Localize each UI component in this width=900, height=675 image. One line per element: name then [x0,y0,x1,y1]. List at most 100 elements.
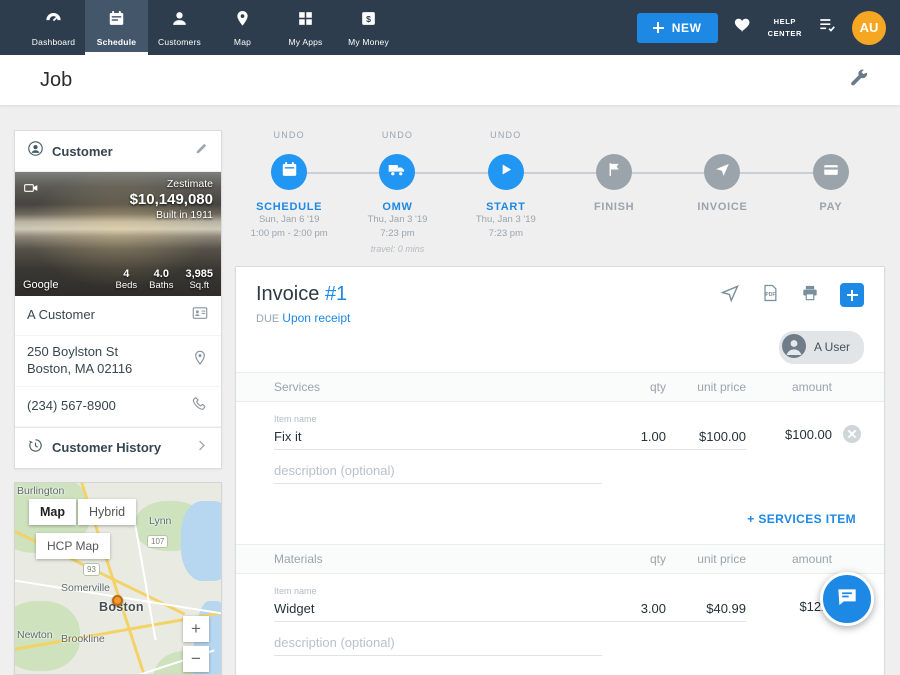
step-schedule[interactable]: UNDO SCHEDULE Sun, Jan 6 '19 1:00 pm - 2… [235,130,343,256]
step-finish[interactable]: FINISH [560,130,668,256]
material-item-name-input[interactable] [274,598,602,622]
customer-phone-row: (234) 567-8900 [15,387,221,427]
step-label: OMW [382,201,412,213]
zestimate-value: $10,149,080 [130,191,213,208]
map-town-label: Lynn [149,515,171,527]
step-start[interactable]: UNDO START Thu, Jan 3 '19 7:23 pm [452,130,560,256]
remove-item-icon[interactable] [843,425,861,443]
customer-card: Customer Zestimate $10,149,080 Built in … [14,130,222,469]
print-icon[interactable] [800,283,820,308]
customer-history-button[interactable]: Customer History [15,427,221,468]
service-price-cell [666,426,746,450]
help-center-button[interactable]: HELP CENTER [768,16,802,39]
address-line2: Boston, MA 02116 [27,361,183,378]
nav-item-schedule[interactable]: Schedule [85,0,148,55]
add-service-item-link[interactable]: + SERVICES ITEM [747,512,856,526]
qty-column-header: qty [602,552,666,566]
material-amount: $122. [746,599,832,622]
qty-column-header: qty [602,380,666,394]
stat-label: Sq.ft [185,280,213,291]
undo-omw-button[interactable]: UNDO [382,130,413,145]
credit-card-icon [822,161,840,184]
map-town-label: Somerville [61,582,110,594]
hybrid-type-button[interactable]: Hybrid [78,499,136,525]
svg-text:PDF: PDF [765,292,775,298]
invoice-step-circle[interactable] [704,154,740,190]
checklist-icon[interactable] [817,15,837,40]
nav-item-my-apps[interactable]: My Apps [274,0,337,55]
nav-right-cluster: NEW HELP CENTER AU [637,0,900,55]
undo-start-button[interactable]: UNDO [490,130,521,145]
invoice-title: Invoice #1 [256,283,347,306]
due-value-link[interactable]: Upon receipt [282,311,350,325]
address-line1: 250 Boylston St [27,344,183,361]
new-button[interactable]: NEW [637,13,718,43]
new-button-label: NEW [672,21,702,35]
map-marker[interactable] [112,595,123,606]
start-step-circle[interactable] [488,154,524,190]
col-spacer [248,552,274,566]
add-invoice-button[interactable] [840,283,864,307]
nav-item-dashboard[interactable]: Dashboard [22,0,85,55]
google-watermark: Google [23,279,58,291]
material-unit-price-input[interactable] [666,598,746,622]
chat-fab-button[interactable] [820,572,874,626]
contact-card-icon[interactable] [191,304,209,327]
hcp-map-button[interactable]: HCP Map [36,533,110,559]
assigned-user-pill[interactable]: A User [779,331,864,364]
nav-item-my-money[interactable]: $ My Money [337,0,400,55]
send-icon[interactable] [720,283,740,308]
zoom-out-button[interactable]: − [183,646,209,672]
stat-baths: 4.0 Baths [149,268,173,291]
customer-address-row: 250 Boylston St Boston, MA 02116 [15,336,221,387]
phone-icon[interactable] [191,395,209,418]
service-unit-price-input[interactable] [666,426,746,450]
map-town-label: Brookline [61,633,105,645]
material-qty-cell [602,598,666,622]
property-photo: Zestimate $10,149,080 Built in 1911 4 Be… [15,172,221,296]
pay-step-circle[interactable] [813,154,849,190]
job-tools-icon[interactable] [848,67,870,94]
customers-icon [170,9,189,33]
invoice-due: DUE Upon receipt [256,311,864,325]
map-type-button[interactable]: Map [29,499,76,525]
camera-icon [23,180,39,201]
material-description-input[interactable] [274,632,602,656]
omw-step-circle[interactable] [379,154,415,190]
col-spacer [832,380,872,394]
service-name-cell: Item name [274,414,602,450]
step-omw[interactable]: UNDO OMW Thu, Jan 3 '19 7:23 pm travel: … [343,130,451,256]
map-widget[interactable]: Burlington Lynn Somerville Boston Newton… [14,482,222,675]
zoom-in-button[interactable]: + [183,616,209,642]
truck-icon [387,160,407,185]
service-item-name-input[interactable] [274,426,602,450]
heart-icon[interactable] [733,15,753,40]
finish-step-circle[interactable] [596,154,632,190]
nav-item-map[interactable]: Map [211,0,274,55]
pdf-icon[interactable]: PDF [760,283,780,308]
step-invoice[interactable]: INVOICE [668,130,776,256]
amount-column-header: amount [746,380,832,394]
material-item-row: Item name $122. [236,574,884,622]
step-time: 1:00 pm - 2:00 pm [251,227,328,241]
step-pay[interactable]: PAY [777,130,885,256]
property-stats: 4 Beds 4.0 Baths 3,985 Sq.ft [116,268,213,291]
amount-column-header: amount [746,552,832,566]
location-pin-icon[interactable] [191,349,209,372]
material-qty-input[interactable] [602,598,666,622]
nav-label: My Money [348,37,389,47]
add-material-row: + MATERIALS ITEM [236,670,884,675]
step-label: SCHEDULE [256,201,322,213]
built-year: Built in 1911 [130,209,213,221]
nav-label: My Apps [289,37,323,47]
user-avatar[interactable]: AU [852,11,886,45]
materials-header-label: Materials [274,552,602,566]
service-qty-input[interactable] [602,426,666,450]
edit-pencil-icon[interactable] [194,141,209,161]
stat-value: 3,985 [185,268,213,280]
route-shield: 93 [83,563,100,576]
schedule-step-circle[interactable] [271,154,307,190]
service-description-input[interactable] [274,460,602,484]
nav-item-customers[interactable]: Customers [148,0,211,55]
undo-schedule-button[interactable]: UNDO [274,130,305,145]
